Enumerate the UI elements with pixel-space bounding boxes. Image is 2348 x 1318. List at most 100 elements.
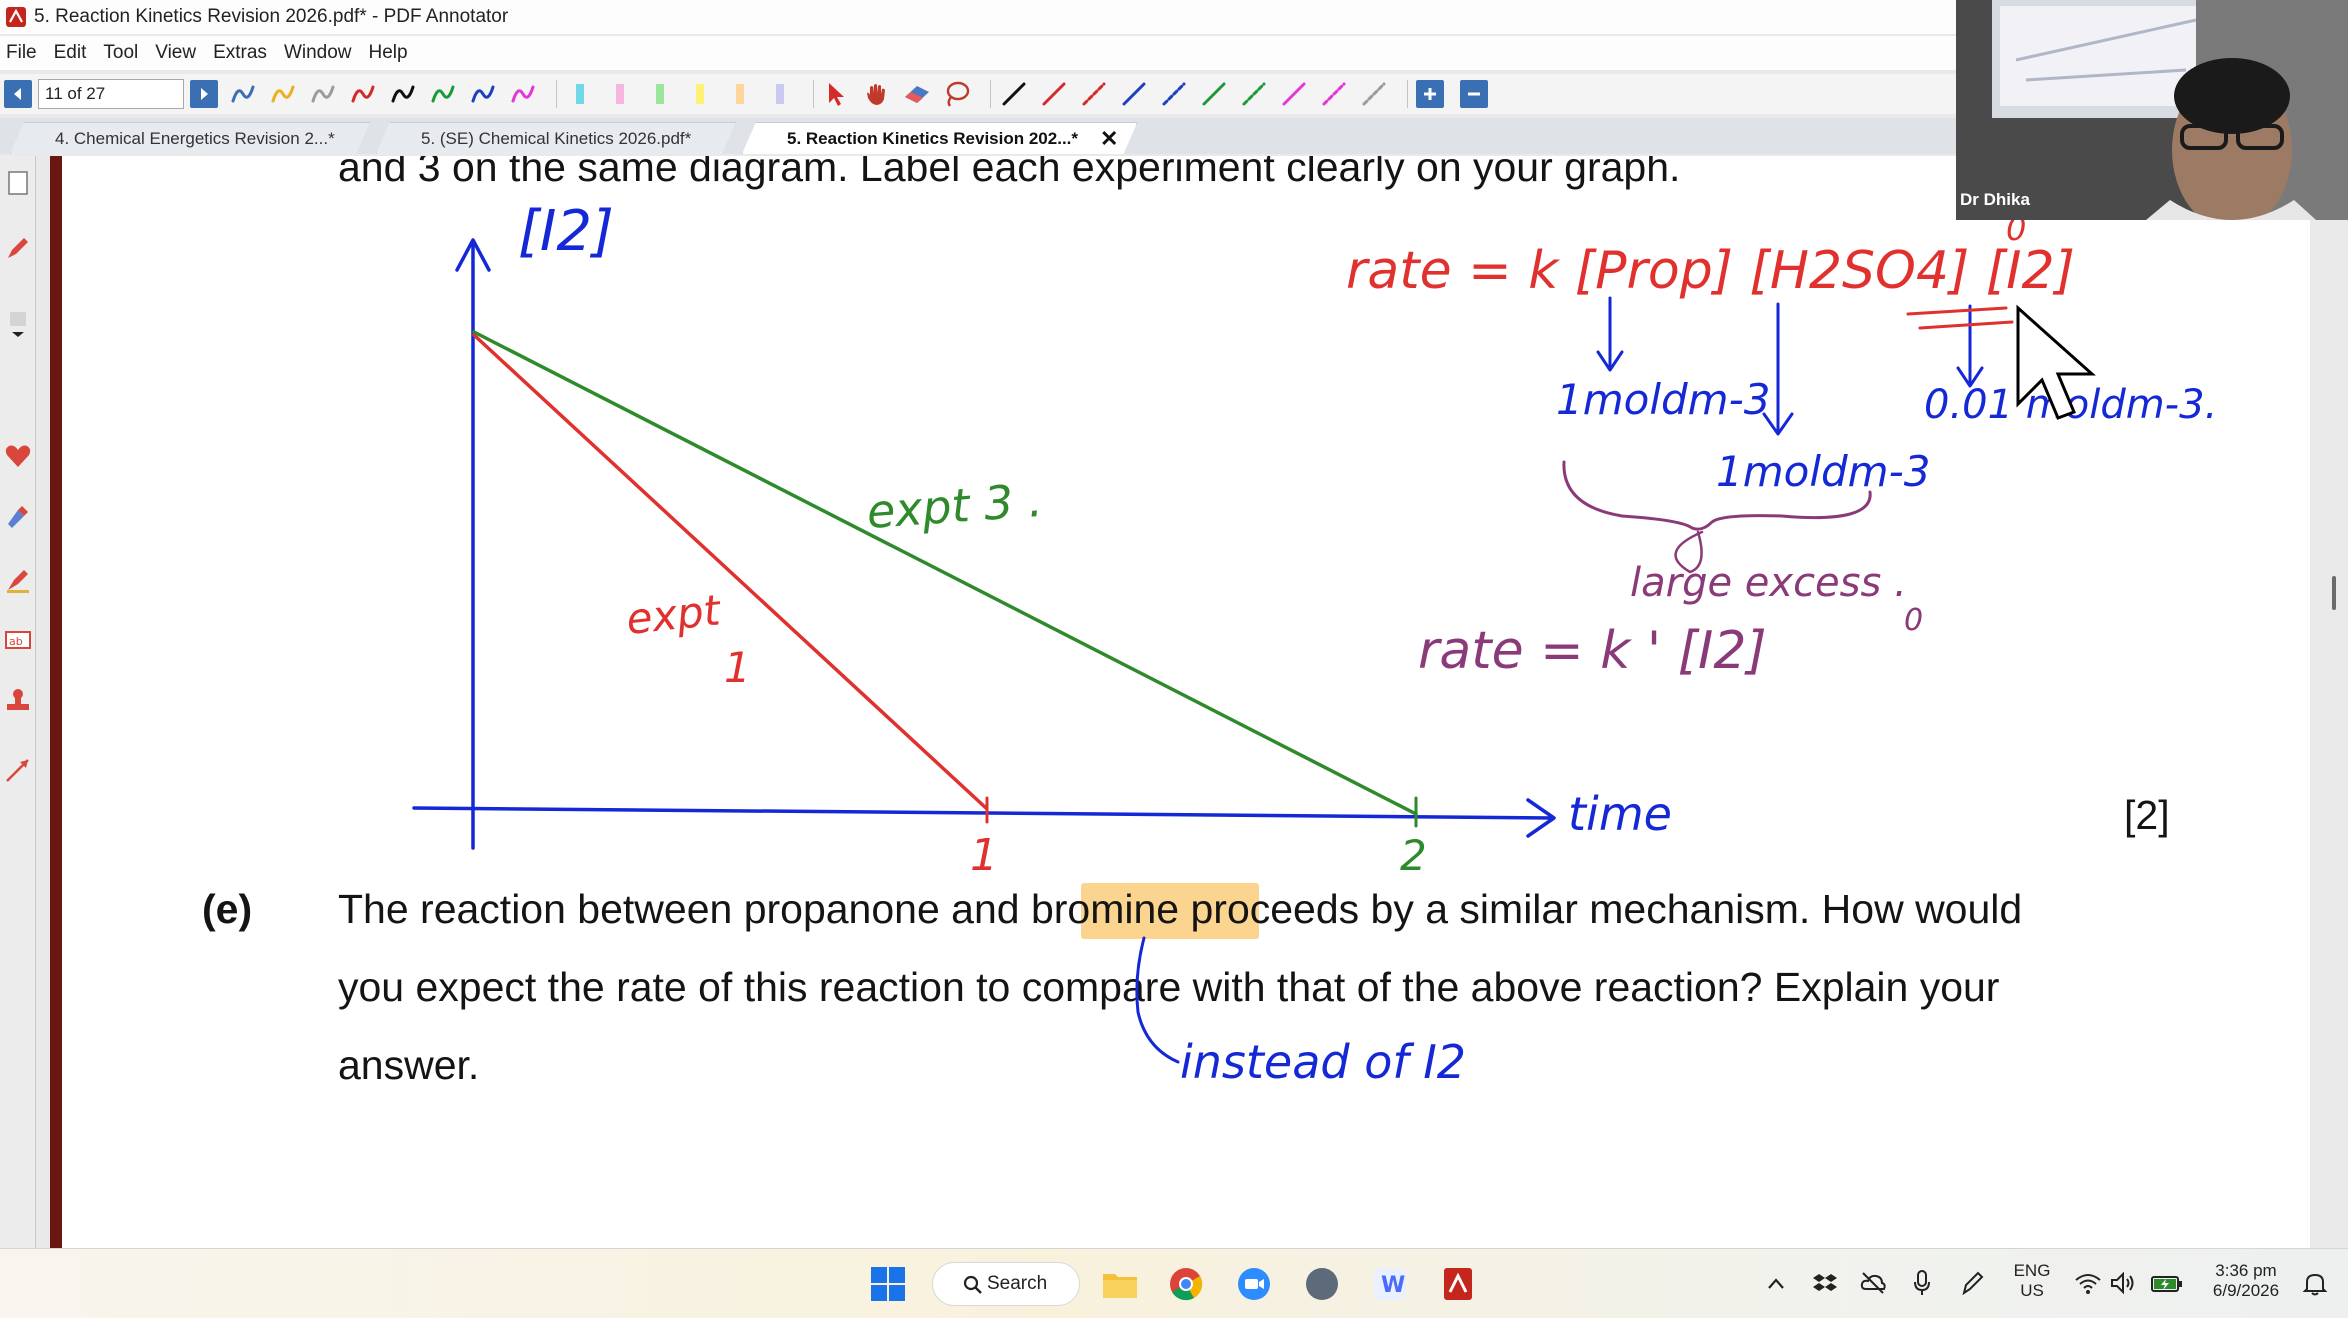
chrome-button[interactable] <box>1164 1263 1208 1305</box>
highlighter-tool-5[interactable] <box>725 79 755 109</box>
menu-extras[interactable]: Extras <box>213 42 267 64</box>
tab-chemical-kinetics[interactable]: 5. (SE) Chemical Kinetics 2026.pdf* <box>376 122 736 154</box>
zoom-out-button[interactable] <box>1460 80 1488 108</box>
highlighter-tool-3[interactable] <box>645 79 675 109</box>
line-tool-6[interactable] <box>1199 79 1229 109</box>
line-tool-7[interactable] <box>1239 79 1269 109</box>
chevron-up-icon[interactable] <box>1766 1275 1786 1293</box>
notifications-icon[interactable] <box>2302 1271 2328 1297</box>
zoom-button[interactable] <box>1232 1263 1276 1305</box>
wifi-icon[interactable] <box>2074 1271 2102 1295</box>
menu-file[interactable]: File <box>6 42 37 64</box>
expt-1-number: 1 <box>724 643 751 692</box>
heart-icon[interactable] <box>4 442 32 470</box>
line-tool-icon <box>1082 82 1106 106</box>
video-call-overlay[interactable] <box>1956 0 2348 220</box>
compass-icon <box>1306 1268 1338 1300</box>
tab-reaction-kinetics[interactable]: 5. Reaction Kinetics Revision 202...* ✕ <box>742 122 1137 154</box>
arrow-right-icon <box>201 88 208 100</box>
collapse-panel-icon[interactable] <box>4 310 32 338</box>
pen-stroke-icon <box>271 85 295 103</box>
chrome-icon <box>1170 1268 1203 1301</box>
line-tool-2[interactable] <box>1039 79 1069 109</box>
highlighter-tool-2[interactable] <box>605 79 635 109</box>
clock-time: 3:36 pm <box>2215 1261 2277 1280</box>
text-box-icon[interactable]: ab <box>4 626 32 654</box>
line-tool-icon <box>1202 82 1226 106</box>
tool-sidebar: ab <box>0 156 36 1248</box>
highlighter-swatch-icon <box>776 84 784 104</box>
vertical-scrollbar[interactable] <box>2310 156 2348 1248</box>
hand-tool-button[interactable] <box>862 79 892 109</box>
highlighter-swatch-icon <box>656 84 664 104</box>
pen-tool-5[interactable] <box>388 79 418 109</box>
start-button[interactable] <box>866 1263 910 1305</box>
menu-help[interactable]: Help <box>369 42 408 64</box>
highlighter-tool-6[interactable] <box>765 79 795 109</box>
participant-video <box>1956 0 2348 220</box>
pen-tool-2[interactable] <box>268 79 298 109</box>
keyboard-region: US <box>2020 1281 2044 1300</box>
x-axis-label: time <box>1568 787 1672 841</box>
y-axis-label: [I2] <box>518 199 614 264</box>
pen-tool-7[interactable] <box>468 79 498 109</box>
safari-style-app-button[interactable] <box>1300 1263 1344 1305</box>
eraser-tool-button[interactable] <box>902 79 932 109</box>
page-number-field[interactable] <box>38 79 184 109</box>
pdf-page[interactable]: and 3 on the same diagram. Label each ex… <box>62 156 2310 1248</box>
highlighter-icon[interactable] <box>4 502 32 530</box>
pen-tool-1[interactable] <box>228 79 258 109</box>
x-tick-2-label: 2 <box>1400 831 1427 880</box>
menu-view[interactable]: View <box>155 42 196 64</box>
line-tool-4[interactable] <box>1119 79 1149 109</box>
pen-tool-4[interactable] <box>348 79 378 109</box>
menu-edit[interactable]: Edit <box>54 42 87 64</box>
highlighter-swatch-icon <box>736 84 744 104</box>
close-tab-icon[interactable]: ✕ <box>1100 126 1118 152</box>
line-tool-9[interactable] <box>1319 79 1349 109</box>
language-indicator[interactable]: ENG US <box>2010 1261 2054 1301</box>
battery-charging-icon[interactable] <box>2150 1273 2184 1293</box>
marker-icon[interactable] <box>4 566 32 594</box>
highlighter-tool-1[interactable] <box>565 79 595 109</box>
line-arrow-icon[interactable] <box>4 756 32 784</box>
line-tool-3[interactable] <box>1079 79 1109 109</box>
lasso-tool-button[interactable] <box>942 79 972 109</box>
pen-tool-8[interactable] <box>508 79 538 109</box>
tab-chemical-energetics[interactable]: 4. Chemical Energetics Revision 2...* <box>10 122 370 154</box>
pen-stroke-icon <box>311 85 335 103</box>
pen-tool-6[interactable] <box>428 79 458 109</box>
pen-stroke-icon <box>511 85 535 103</box>
pen-tool-3[interactable] <box>308 79 338 109</box>
select-tool-button[interactable] <box>822 79 852 109</box>
toolbar-separator <box>813 80 814 108</box>
file-explorer-button[interactable] <box>1098 1263 1142 1305</box>
clock[interactable]: 3:36 pm 6/9/2026 <box>2196 1261 2296 1301</box>
pen-icon[interactable] <box>4 234 32 262</box>
scroll-thumb[interactable] <box>2332 576 2336 610</box>
menu-window[interactable]: Window <box>284 42 352 64</box>
line-tool-8[interactable] <box>1279 79 1309 109</box>
page-thumbnail-icon[interactable] <box>4 168 32 196</box>
stamp-icon[interactable] <box>4 686 32 714</box>
search-label: Search <box>987 1273 1048 1294</box>
pdf-annotator-window: 5. Reaction Kinetics Revision 2026.pdf* … <box>0 0 2348 1318</box>
line-tool-1[interactable] <box>999 79 1029 109</box>
microphone-icon[interactable] <box>1912 1269 1932 1297</box>
previous-page-button[interactable] <box>4 80 32 108</box>
word-app-button[interactable]: W <box>1368 1263 1412 1305</box>
zoom-in-button[interactable] <box>1416 80 1444 108</box>
cloud-offline-icon[interactable] <box>1860 1271 1886 1295</box>
menu-tool[interactable]: Tool <box>103 42 138 64</box>
next-page-button[interactable] <box>190 80 218 108</box>
volume-icon[interactable] <box>2110 1271 2138 1295</box>
line-tool-5[interactable] <box>1159 79 1189 109</box>
line-tool-10[interactable] <box>1359 79 1389 109</box>
participant-name: Dr Dhika <box>1960 190 2030 209</box>
highlighter-tool-4[interactable] <box>685 79 715 109</box>
taskbar-search[interactable]: Search <box>932 1262 1080 1306</box>
pen-input-icon[interactable] <box>1960 1269 1986 1297</box>
pdf-annotator-taskbar-button[interactable] <box>1436 1263 1480 1305</box>
dropbox-icon[interactable] <box>1812 1271 1838 1295</box>
line-tool-icon <box>1162 82 1186 106</box>
